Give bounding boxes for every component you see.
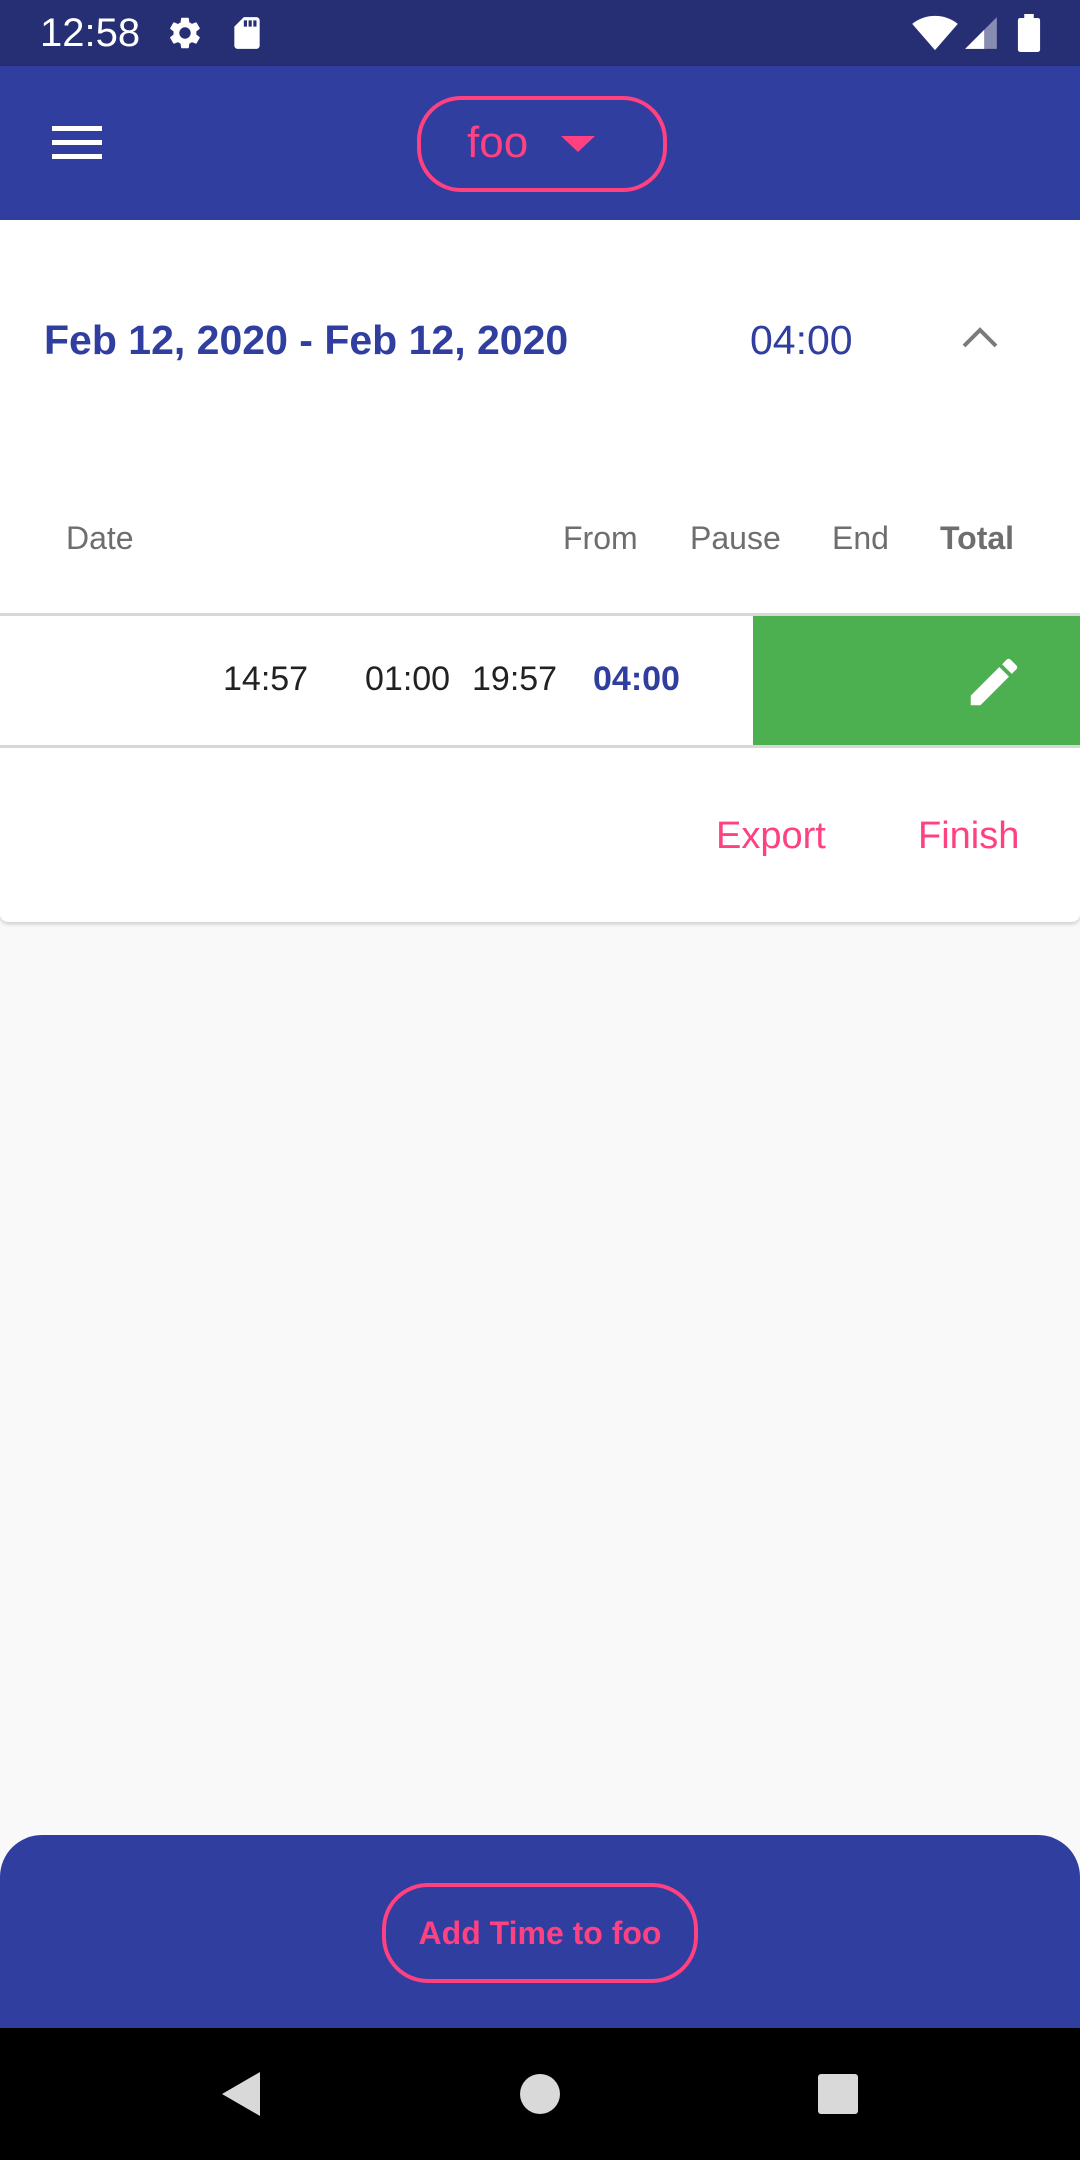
back-icon[interactable] — [204, 2058, 276, 2130]
status-bar: 12:58 — [0, 0, 1080, 66]
signal-icon — [965, 17, 997, 49]
chevron-up-icon[interactable] — [950, 314, 1010, 366]
add-time-button[interactable]: Add Time to foo — [382, 1883, 698, 1983]
date-range-title: Feb 12, 2020 - Feb 12, 2020 — [44, 317, 569, 363]
finish-button[interactable]: Finish — [918, 810, 1019, 862]
navigation-bar — [0, 2028, 1080, 2160]
row-divider-bottom — [0, 745, 1080, 748]
project-name: foo — [467, 118, 529, 167]
hamburger-menu-icon[interactable] — [40, 116, 114, 170]
caret-down-icon — [561, 136, 595, 152]
settings-icon — [170, 17, 200, 49]
range-total: 04:00 — [750, 317, 853, 363]
export-button[interactable]: Export — [716, 810, 826, 862]
entry-end: 19:57 — [472, 660, 558, 698]
wifi-icon — [912, 15, 958, 51]
column-header-total: Total — [940, 520, 1015, 556]
time-range-card: Feb 12, 2020 - Feb 12, 2020 04:00 Date F… — [0, 220, 1080, 922]
entry-total: 04:00 — [593, 660, 680, 698]
status-time: 12:58 — [40, 11, 141, 55]
column-header-pause: Pause — [690, 520, 781, 556]
battery-icon — [1017, 14, 1041, 52]
pencil-icon — [970, 658, 1018, 706]
column-header-from: From — [563, 520, 638, 556]
bottom-sheet: Add Time to foo — [0, 1835, 1080, 2028]
time-entry-row[interactable]: 14:57 01:00 19:57 04:00 — [0, 616, 1080, 746]
recents-icon[interactable] — [802, 2058, 874, 2130]
home-icon[interactable] — [504, 2058, 576, 2130]
sd-card-icon — [234, 17, 260, 49]
entry-from: 14:57 — [223, 660, 309, 698]
entry-pause: 01:00 — [365, 660, 451, 698]
app-bar: foo — [0, 66, 1080, 220]
project-selector[interactable]: foo — [417, 96, 667, 192]
column-header-end: End — [832, 520, 889, 556]
edit-entry-button[interactable] — [753, 616, 1080, 746]
column-header-date: Date — [66, 520, 134, 556]
